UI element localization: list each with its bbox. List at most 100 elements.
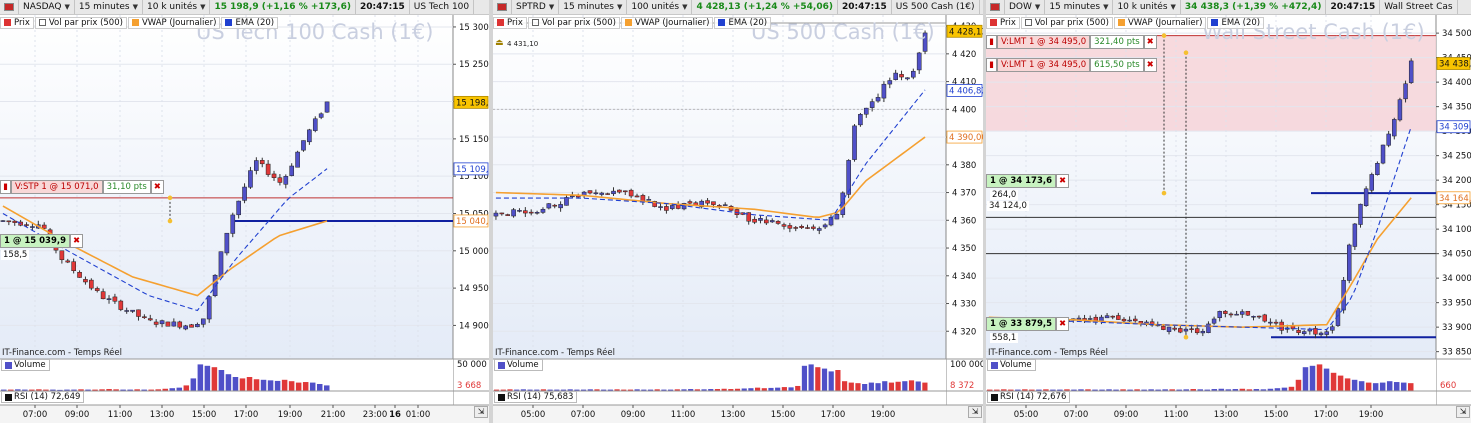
price-tag: 34 438, [1439, 60, 1471, 70]
volume-bar [1309, 365, 1316, 391]
candle-up [1380, 144, 1386, 164]
candle-up [200, 318, 206, 325]
candle-up [1358, 203, 1363, 225]
flag-icon[interactable] [493, 0, 512, 14]
close-icon[interactable]: ✖ [1056, 317, 1070, 331]
units-select[interactable]: 10 k unités ▼ [143, 0, 211, 14]
candle-up [159, 320, 165, 325]
symbol-select[interactable]: NASDAQ ▼ [19, 0, 75, 14]
volume-legend[interactable]: Volume [494, 359, 543, 372]
volume-bar [274, 380, 281, 391]
legend-ema[interactable]: EMA (20) [1207, 16, 1265, 29]
candle-up [324, 101, 330, 113]
vwap-swatch [1117, 19, 1125, 26]
candle-down [1296, 329, 1301, 333]
legend-vwap[interactable]: VWAP (Journalier) [1113, 16, 1207, 29]
position-entry-line[interactable]: 1 @ 33 879,5 ✖ [986, 317, 1070, 331]
price-tick-label: 34 100 [1442, 225, 1471, 235]
bell-icon[interactable]: ⏏ [495, 38, 504, 48]
candle-down [118, 300, 124, 310]
price-tick-label: 4 340 [952, 272, 976, 282]
close-icon[interactable]: ✖ [70, 234, 84, 248]
price-chart[interactable]: 4 4304 4204 4104 4004 3904 3804 3704 360… [493, 15, 983, 423]
volume-swatch [991, 361, 998, 369]
candle-down [705, 200, 710, 204]
candle-up [1234, 313, 1239, 316]
data-source: IT-Finance.com - Temps Réel [2, 348, 122, 358]
position-entry-line[interactable]: 1 @ 34 173,6 ✖ [986, 174, 1070, 188]
volume-bar [922, 382, 928, 391]
candle-up [669, 205, 675, 209]
close-icon[interactable]: ✖ [150, 180, 164, 194]
time-tick-label: 09:00 [65, 410, 90, 420]
interval-select[interactable]: 15 minutes ▼ [75, 0, 143, 14]
indicator-legend: Prix Vol par prix (500) VWAP (Journalier… [493, 16, 983, 29]
interval-select[interactable]: 15 minutes ▼ [1045, 0, 1114, 14]
units-select[interactable]: 10 k unités ▼ [1113, 0, 1181, 14]
legend-prix[interactable]: Prix [493, 16, 527, 29]
price-tick-label: 34 500 [1442, 29, 1471, 39]
legend-ema[interactable]: EMA (20) [714, 16, 772, 29]
chevron-down-icon: ▼ [1103, 3, 1109, 11]
candle-up [863, 107, 869, 115]
time-tick-label: 17:00 [821, 410, 846, 420]
time-tick-label: 11:00 [108, 410, 133, 420]
top-price-badge: 4 431,10 [507, 40, 539, 48]
limit-order-line[interactable]: ▮ V:LMT 1 @ 34 495,0 615,50 pts ✖ [986, 58, 1157, 72]
legend-prix[interactable]: Prix [986, 16, 1020, 29]
volume-bar [1379, 382, 1386, 391]
price-chart[interactable]: 34 50034 45034 40034 35034 30034 25034 2… [986, 15, 1471, 423]
price-change: 34 438,3 (+1,39 % +472,4) [1181, 0, 1327, 14]
price-tick-label: 34 050 [1442, 250, 1471, 260]
flag-icon[interactable] [986, 0, 1005, 14]
position-entry-line[interactable]: 1 @ 15 039,9 ✖ [0, 234, 84, 248]
limit-order-line[interactable]: ▮ V:LMT 1 @ 34 495,0 321,40 pts ✖ [986, 35, 1157, 49]
scroll-to-end-icon[interactable]: ⇲ [1456, 406, 1470, 418]
close-icon[interactable]: ✖ [1143, 58, 1157, 72]
time-tick-label: 09:00 [1114, 410, 1139, 420]
chevron-down-icon: ▼ [548, 3, 555, 11]
legend-vol-par-prix[interactable]: Vol par prix (500) [1020, 16, 1113, 29]
candle-down [781, 224, 787, 227]
close-icon[interactable]: ✖ [1056, 174, 1070, 188]
volume-legend[interactable]: Volume [987, 359, 1036, 372]
ema-swatch [1211, 19, 1219, 26]
time-tick-label: 01:00 [406, 410, 431, 420]
candle-down [805, 227, 810, 229]
units-select[interactable]: 100 unités ▼ [627, 0, 693, 14]
volume-bar [902, 381, 908, 391]
close-icon[interactable]: ✖ [1143, 35, 1157, 49]
candle-down [587, 190, 593, 194]
stop-order-line[interactable]: ▮ V:STP 1 @ 15 071,0 31,10 pts ✖ [0, 180, 164, 194]
rsi-legend[interactable]: RSI (14) 72,676 [987, 391, 1071, 404]
rsi-legend[interactable]: RSI (14) 75,683 [494, 391, 578, 404]
checkbox-icon [531, 19, 539, 26]
legend-vwap[interactable]: VWAP (Journalier) [127, 16, 221, 29]
candle-up [564, 197, 569, 206]
candle-down [271, 173, 277, 178]
candle-up [1363, 188, 1369, 206]
rsi-swatch [5, 393, 12, 401]
flag-icon[interactable] [0, 0, 19, 14]
price-tick-label: 4 330 [952, 300, 976, 310]
scroll-to-end-icon[interactable]: ⇲ [968, 406, 982, 418]
scroll-to-end-icon[interactable]: ⇲ [474, 406, 488, 418]
legend-vol-par-prix[interactable]: Vol par prix (500) [527, 16, 620, 29]
legend-vol-par-prix[interactable]: Vol par prix (500) [34, 16, 127, 29]
candle-down [1245, 310, 1251, 316]
volume-value-tag: 660 [1440, 381, 1456, 391]
chevron-down-icon: ▼ [200, 3, 206, 11]
candle-up [905, 77, 910, 80]
price-swatch [497, 19, 504, 26]
symbol-select[interactable]: DOW ▼ [1005, 0, 1046, 14]
quote-time: 20:47:15 [838, 0, 892, 14]
legend-ema[interactable]: EMA (20) [221, 16, 279, 29]
volume-legend[interactable]: Volume [1, 359, 50, 372]
legend-prix[interactable]: Prix [0, 16, 34, 29]
legend-vwap[interactable]: VWAP (Journalier) [620, 16, 714, 29]
interval-select[interactable]: 15 minutes ▼ [559, 0, 628, 14]
symbol-select[interactable]: SPTRD ▼ [512, 0, 560, 14]
rsi-legend[interactable]: RSI (14) 72,649 [1, 391, 85, 404]
price-change: 15 198,9 (+1,16 % +173,6) [210, 0, 356, 14]
price-chart[interactable]: 15 30015 25015 20015 15015 10015 05015 0… [0, 15, 489, 423]
